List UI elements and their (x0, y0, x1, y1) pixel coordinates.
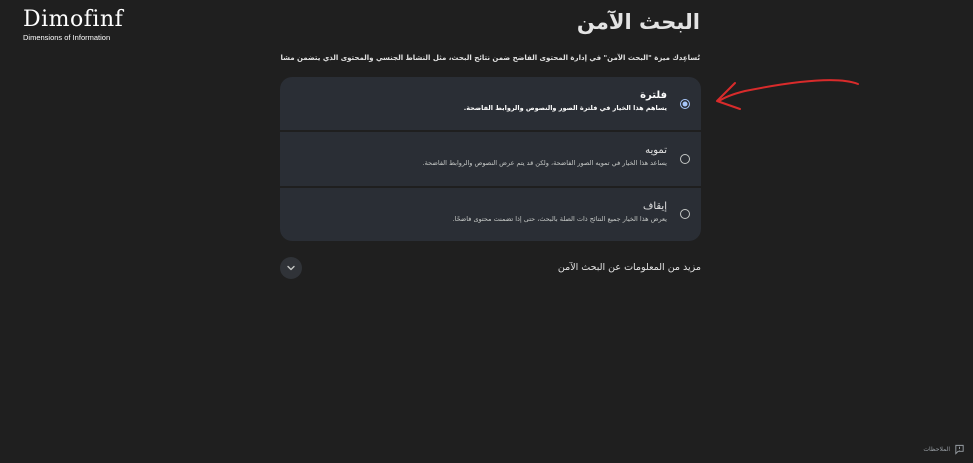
safe-search-options: فلترة يساهم هذا الخيار في فلترة الصور وا… (280, 77, 701, 241)
dimofinf-logo: Dimofinf Dimensions of Information (23, 7, 133, 43)
feedback-link[interactable]: الملاحظات (923, 444, 965, 455)
option-blur[interactable]: تمويه يساعد هذا الخيار في تمويه الصور ال… (280, 132, 701, 186)
logo-wordmark: Dimofinf (23, 7, 124, 32)
option-blur-label: تمويه (645, 145, 667, 157)
logo-tagline: Dimensions of Information (23, 33, 111, 42)
option-off-label: إيقاف (642, 200, 667, 212)
red-arrow-annotation (716, 79, 859, 110)
radio-blur[interactable] (680, 153, 690, 164)
option-filter-description: يساهم هذا الخيار في فلترة الصور والنصوص … (463, 104, 667, 112)
radio-off[interactable] (680, 209, 690, 220)
option-off-description: يعرض هذا الخيار جميع النتائج ذات الصلة ب… (452, 214, 667, 223)
page-title: البحث الآمن (576, 10, 700, 34)
more-info-toggle-button[interactable] (280, 257, 302, 279)
option-off[interactable]: إيقاف يعرض هذا الخيار جميع النتائج ذات ا… (280, 187, 701, 241)
option-filter-label: فلترة (640, 90, 667, 101)
chevron-down-icon (287, 265, 295, 271)
radio-filter[interactable] (680, 98, 690, 109)
feedback-icon (955, 444, 964, 455)
page-description: تُساعِدك ميزة "البحث الآمن" في إدارة الم… (280, 54, 700, 62)
more-info-label[interactable]: مزيد من المعلومات عن البحث الآمن (558, 261, 701, 275)
more-info-row[interactable]: مزيد من المعلومات عن البحث الآمن (280, 257, 701, 279)
option-filter[interactable]: فلترة يساهم هذا الخيار في فلترة الصور وا… (280, 77, 701, 131)
option-blur-description: يساعد هذا الخيار في تمويه الصور الفاضحة،… (422, 159, 667, 168)
safe-search-page: Dimofinf Dimensions of Information البحث… (0, 0, 973, 463)
feedback-label[interactable]: الملاحظات (923, 446, 950, 453)
